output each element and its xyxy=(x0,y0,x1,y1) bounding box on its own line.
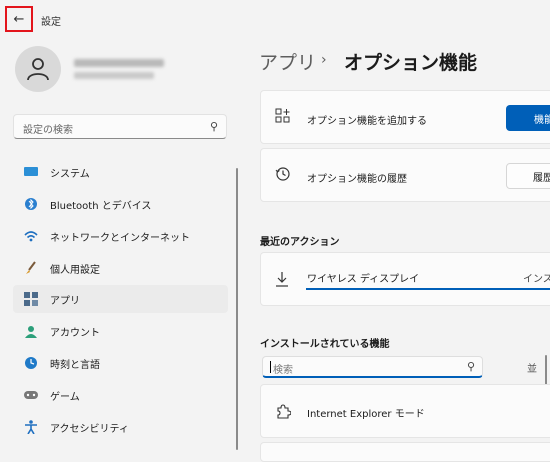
installed-feature-label: Internet Explorer モード xyxy=(307,409,425,420)
page-title: オプション機能 xyxy=(344,52,478,74)
feature-history-label: オプション機能の履歴 xyxy=(307,174,407,185)
accessibility-icon xyxy=(21,420,41,434)
user-name-redacted xyxy=(74,59,164,67)
breadcrumb-parent[interactable]: アプリ xyxy=(259,48,316,75)
nav-item-bluetooth[interactable]: Bluetooth とデバイス xyxy=(13,190,228,218)
nav-item-label: ゲーム xyxy=(50,391,80,403)
history-icon xyxy=(275,166,291,186)
nav-item-apps[interactable]: アプリ xyxy=(13,285,228,313)
nav-item-gaming[interactable]: ゲーム xyxy=(13,381,228,409)
nav-item-time-language[interactable]: 時刻と言語 xyxy=(13,349,228,377)
download-icon xyxy=(275,271,289,291)
add-feature-icon xyxy=(275,108,291,128)
wifi-icon xyxy=(21,230,41,242)
nav-item-system[interactable]: システム xyxy=(13,158,228,186)
nav-item-label: アプリ xyxy=(50,295,80,307)
nav-item-accounts[interactable]: アカウント xyxy=(13,317,228,345)
sort-dropdown[interactable]: 並 xyxy=(527,360,537,375)
view-history-button[interactable]: 履歴 xyxy=(506,163,550,189)
nav-item-label: 時刻と言語 xyxy=(50,359,100,371)
install-progress-fill xyxy=(306,288,550,290)
add-feature-button[interactable]: 機能 xyxy=(506,105,550,131)
bluetooth-icon xyxy=(21,197,41,211)
apps-icon xyxy=(21,292,41,306)
nav-item-accessibility[interactable]: アクセシビリティ xyxy=(13,413,228,441)
person-icon xyxy=(21,325,41,338)
search-icon: ⚲ xyxy=(209,120,218,133)
text-caret xyxy=(270,361,271,373)
nav-item-label: 個人用設定 xyxy=(50,264,100,276)
user-icon xyxy=(27,58,49,81)
installed-search-placeholder: 検索 xyxy=(273,365,293,376)
recent-action-label: ワイヤレス ディスプレイ xyxy=(307,274,420,285)
nav-item-network[interactable]: ネットワークとインターネット xyxy=(13,222,228,250)
nav-scrollbar[interactable] xyxy=(236,168,238,450)
nav-item-label: アクセシビリティ xyxy=(50,423,129,435)
user-email-redacted xyxy=(74,72,154,79)
search-icon: ⚲ xyxy=(466,360,475,373)
installed-feature-item[interactable]: Internet Explorer モード xyxy=(260,384,550,438)
installed-features-heading: インストールされている機能 xyxy=(260,339,390,350)
recent-action-item: ワイヤレス ディスプレイ インス xyxy=(260,252,550,306)
nav-item-label: Bluetooth とデバイス xyxy=(50,200,152,212)
gamepad-icon xyxy=(21,390,41,400)
monitor-icon xyxy=(21,167,41,177)
install-progress-bar xyxy=(306,288,550,290)
nav-item-label: アカウント xyxy=(50,327,100,339)
recent-actions-heading: 最近のアクション xyxy=(260,237,340,248)
add-feature-label: オプション機能を追加する xyxy=(307,116,427,127)
installed-feature-item-next[interactable] xyxy=(260,442,550,462)
settings-search-input[interactable]: 設定の検索 ⚲ xyxy=(13,114,227,139)
globe-clock-icon xyxy=(21,356,41,370)
breadcrumb-separator: › xyxy=(321,52,327,68)
brush-icon xyxy=(21,261,41,275)
app-title: 設定 xyxy=(41,17,61,28)
recent-action-status: インス xyxy=(523,274,550,285)
back-arrow-icon: ← xyxy=(13,11,25,27)
back-button[interactable]: ← xyxy=(5,6,33,32)
nav-item-label: システム xyxy=(50,168,90,180)
settings-search-placeholder: 設定の検索 xyxy=(23,125,73,136)
installed-search-input[interactable]: 検索 ⚲ xyxy=(262,356,483,378)
nav-item-label: ネットワークとインターネット xyxy=(50,232,190,244)
nav-item-personalization[interactable]: 個人用設定 xyxy=(13,254,228,282)
avatar[interactable] xyxy=(15,46,61,92)
puzzle-icon xyxy=(275,403,292,423)
